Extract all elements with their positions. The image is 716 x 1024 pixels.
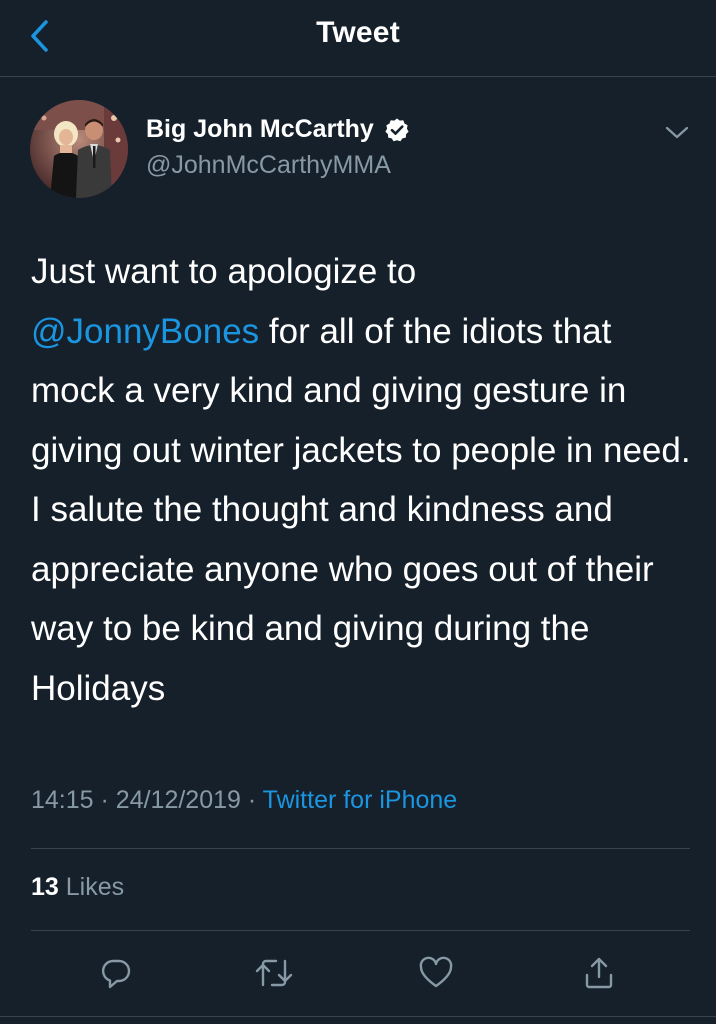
divider [0, 1016, 716, 1017]
author-display-name[interactable]: Big John McCarthy [146, 115, 410, 144]
tweet-detail-screen: Tweet Big John McCarthy @JohnMcCarthyMMA… [0, 0, 716, 1024]
meta-separator: · [93, 786, 116, 814]
navigation-bar: Tweet [0, 0, 716, 77]
avatar[interactable] [30, 100, 128, 198]
page-title: Tweet [316, 16, 400, 49]
tweet-text-body: for all of the idiots that mock a very k… [31, 311, 691, 708]
tweet-time: 14:15 [31, 786, 94, 814]
retweet-icon [255, 959, 293, 987]
retweet-button[interactable] [249, 948, 299, 998]
author-handle[interactable]: @JohnMcCarthyMMA [146, 151, 391, 180]
reply-icon [101, 959, 131, 989]
tweet-text: Just want to apologize to @JonnyBones fo… [31, 242, 701, 718]
like-button[interactable] [411, 948, 461, 998]
chevron-down-icon [665, 126, 689, 139]
tweet-date: 24/12/2019 [115, 786, 241, 814]
reply-button[interactable] [91, 948, 141, 998]
divider [31, 848, 690, 849]
tweet-metadata: 14:15 · 24/12/2019 · Twitter for iPhone [31, 786, 457, 815]
meta-separator: · [240, 786, 263, 814]
likes-summary[interactable]: 13 Likes [31, 873, 124, 902]
share-icon [585, 957, 613, 989]
divider [31, 930, 690, 931]
more-options-button[interactable] [660, 118, 694, 146]
tweet-action-bar [0, 948, 716, 998]
likes-label: Likes [58, 873, 125, 901]
heart-icon [419, 956, 453, 988]
share-button[interactable] [574, 948, 624, 998]
avatar-photo [30, 100, 128, 198]
author-name-text: Big John McCarthy [146, 115, 374, 143]
mention-link[interactable]: @JonnyBones [31, 312, 259, 351]
tweet-text-intro: Just want to apologize to [31, 252, 417, 291]
tweet-source-link[interactable]: Twitter for iPhone [263, 786, 458, 814]
likes-count: 13 [31, 873, 59, 901]
verified-badge-icon [384, 117, 410, 143]
